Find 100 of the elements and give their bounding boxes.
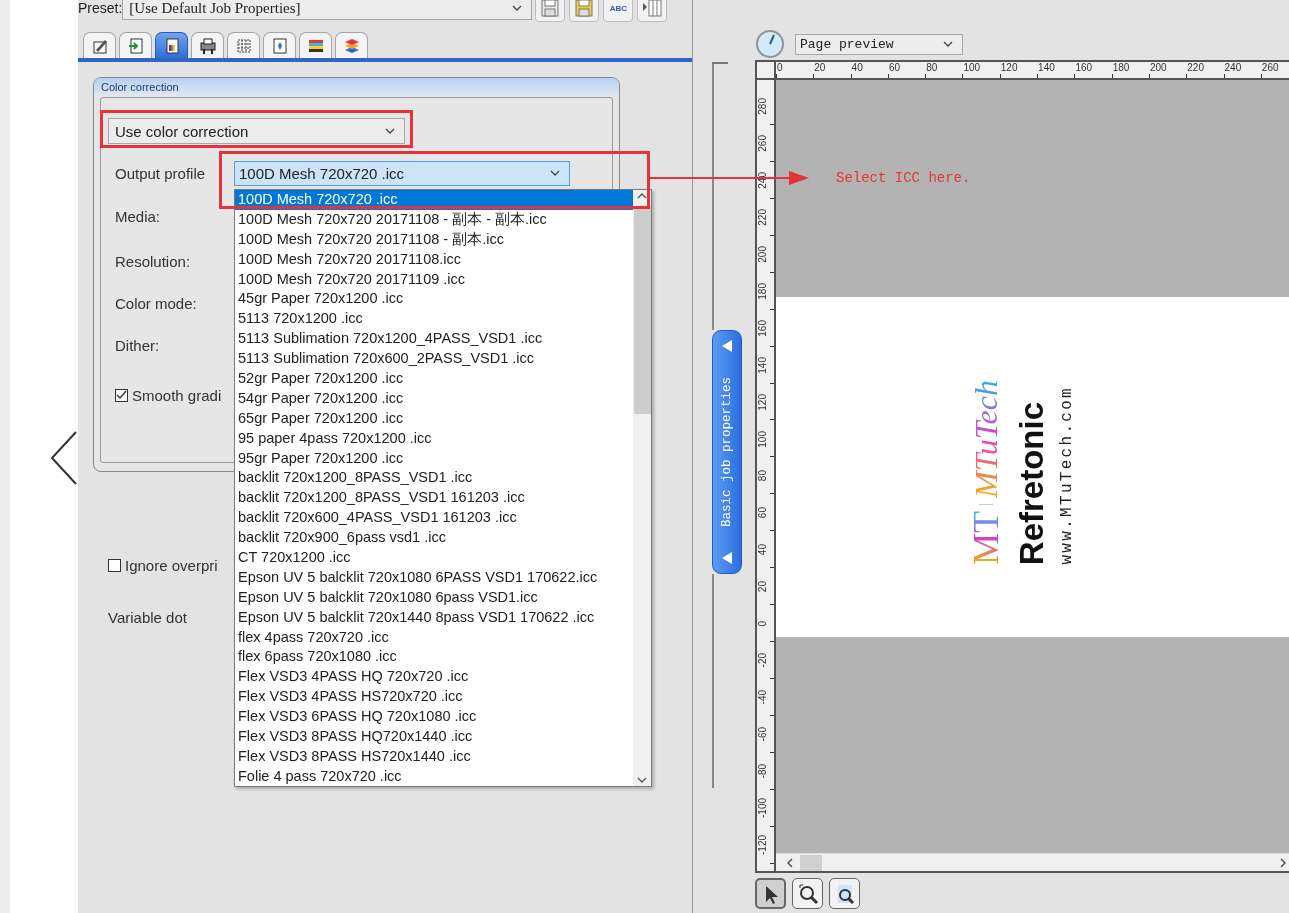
preview-mode-dropdown[interactable]: Page preview xyxy=(795,33,963,55)
list-option[interactable]: 5113 Sublimation 720x600_2PASS_VSD1 .icc xyxy=(235,349,633,369)
pointer-tool-button[interactable] xyxy=(755,878,786,909)
save-as-button[interactable] xyxy=(569,0,600,22)
scrollbar[interactable] xyxy=(633,190,651,786)
color-correction-dropdown[interactable]: Use color correction xyxy=(108,118,405,144)
settings-tab[interactable] xyxy=(155,32,188,58)
callout-text: Select ICC here. xyxy=(836,170,971,186)
settings-tab[interactable] xyxy=(83,32,116,58)
ruler-label: 20 xyxy=(813,62,827,73)
checkbox[interactable] xyxy=(108,558,121,572)
ruler-label: 160 xyxy=(1074,62,1094,73)
checkbox-label: Ignore overpri xyxy=(125,556,218,574)
list-option[interactable]: 5113 720x1200 .icc xyxy=(235,309,633,330)
ruler-label: 20 xyxy=(757,581,768,593)
field-label: Output profile xyxy=(115,164,207,182)
list-option[interactable]: 5113 Sublimation 720x1200_4PASS_VSD1 .icc xyxy=(235,329,633,350)
list-option[interactable]: 100D Mesh 720x720 20171108 - 副本 - 副本.icc xyxy=(235,209,633,230)
export-button[interactable] xyxy=(637,0,668,22)
preset-dropdown[interactable]: [Use Default Job Properties] xyxy=(122,0,533,20)
ruler-label: -80 xyxy=(757,764,768,779)
checkbox[interactable] xyxy=(115,388,128,402)
list-option[interactable]: CT 720x1200 .icc xyxy=(235,548,633,568)
chevron-right-icon[interactable] xyxy=(1279,857,1287,868)
ruler-label: 240 xyxy=(757,172,768,189)
ruler-label: 200 xyxy=(1148,62,1168,73)
list-option[interactable]: 95gr Paper 720x1200 .icc xyxy=(235,448,633,469)
output-profile-dropdown[interactable]: 100D Mesh 720x720 .icc xyxy=(234,160,570,186)
group-title: Color correction xyxy=(94,78,619,96)
ruler-label: 180 xyxy=(757,282,768,300)
ruler-label: 80 xyxy=(925,62,939,73)
ruler-label: 100 xyxy=(962,62,982,73)
list-option[interactable]: backlit 720x1200_8PASS_VSD1 .icc xyxy=(235,468,633,489)
list-option[interactable]: 45gr Paper 720x1200 .icc xyxy=(235,289,633,310)
chevron-left-icon[interactable] xyxy=(786,857,794,868)
list-option[interactable]: Flex VSD3 4PASS HQ 720x720 .icc xyxy=(235,667,633,688)
list-option[interactable]: 95 paper 4pass 720x1200 .icc xyxy=(235,428,633,449)
floppy-icon xyxy=(539,0,562,19)
logo-url-text: www.MTuTech.com xyxy=(1059,386,1076,565)
chevron-down-icon xyxy=(511,3,524,13)
ruler-label: 260 xyxy=(757,135,768,152)
field-label: Media: xyxy=(115,207,162,225)
ruler-label: 140 xyxy=(1037,62,1056,73)
list-option[interactable]: 65gr Paper 720x1200 .icc xyxy=(235,408,633,429)
ruler-label: -40 xyxy=(757,690,768,705)
ruler-label: 40 xyxy=(757,544,768,556)
document-icon xyxy=(270,36,289,55)
clock-icon[interactable] xyxy=(755,29,785,59)
list-option[interactable]: flex 6pass 720x1080 .icc xyxy=(235,647,633,668)
scrollbar-thumb[interactable] xyxy=(633,206,651,414)
settings-tab[interactable] xyxy=(191,32,224,58)
list-option[interactable]: 100D Mesh 720x720 20171108.icc xyxy=(235,249,633,270)
list-option[interactable]: 100D Mesh 720x720 20171109 .icc xyxy=(235,269,633,290)
ruler-label: 160 xyxy=(757,319,768,337)
floppy-icon xyxy=(573,0,596,19)
list-option[interactable]: Epson UV 5 balcklit 720x1440 8pass VSD1 170622 .icc xyxy=(235,607,633,628)
zoom-page-button[interactable] xyxy=(829,878,860,909)
ruler-label: 120 xyxy=(999,62,1019,73)
list-option[interactable]: Folie 4 pass 720x720 .icc xyxy=(235,766,633,786)
list-option[interactable]: Flex VSD3 8PASS HS720x1440 .icc xyxy=(235,746,633,767)
ruler-label: 280 xyxy=(757,98,768,115)
chevron-left-icon[interactable] xyxy=(50,430,78,486)
chevron-down-icon xyxy=(942,39,954,49)
scrollbar-thumb[interactable] xyxy=(800,854,822,871)
list-option[interactable]: 100D Mesh 720x720 20171108 - 副本.icc xyxy=(235,229,633,250)
horizontal-scrollbar[interactable] xyxy=(776,853,1289,871)
list-option[interactable]: 52gr Paper 720x1200 .icc xyxy=(235,369,633,389)
list-option[interactable]: backlit 720x1200_8PASS_VSD1 161203 .icc xyxy=(235,488,633,509)
list-option[interactable]: Epson UV 5 balcklit 720x1080 6PASS VSD1 170622.icc xyxy=(235,567,633,588)
ruler-label: 0 xyxy=(776,62,784,73)
list-option[interactable]: backlit 720x900_6pass vsd1 .icc xyxy=(235,528,633,549)
spell-check-button[interactable]: ABC xyxy=(603,0,634,22)
zoom-area-button[interactable] xyxy=(792,878,823,909)
triangle-left-icon xyxy=(720,339,734,353)
checkmark-icon xyxy=(116,390,127,400)
settings-tab[interactable] xyxy=(299,32,332,58)
field-label: Color mode: xyxy=(115,294,198,312)
field-label: Dither: xyxy=(115,336,161,354)
field-label: Resolution: xyxy=(115,252,192,270)
ruler-label: 60 xyxy=(887,62,901,73)
ruler-label: 200 xyxy=(757,245,768,263)
list-option[interactable]: Flex VSD3 6PASS HQ 720x1080 .icc xyxy=(235,707,633,728)
triangle-left-icon xyxy=(720,551,734,565)
list-option[interactable]: Flex VSD3 4PASS HS720x720 .icc xyxy=(235,687,633,708)
list-option[interactable]: backlit 720x600_4PASS_VSD1 161203 .icc xyxy=(235,508,633,529)
ruler-label: -60 xyxy=(757,727,768,742)
ruler-label: 0 xyxy=(757,620,768,627)
ruler-label: 220 xyxy=(1186,62,1205,73)
save-button[interactable] xyxy=(535,0,566,22)
ruler-label: 260 xyxy=(1260,62,1280,73)
chevron-down-icon xyxy=(549,168,561,178)
ruler-label: 180 xyxy=(1111,62,1131,73)
list-option[interactable]: flex 4pass 720x720 .icc xyxy=(235,627,633,648)
ruler-label: 240 xyxy=(1223,62,1243,73)
side-tab[interactable]: Basic job properties xyxy=(712,330,742,574)
chevron-down-icon xyxy=(384,126,396,136)
list-option[interactable]: Epson UV 5 balcklit 720x1080 6pass VSD1.icc xyxy=(235,587,633,608)
list-option[interactable]: Flex VSD3 8PASS HQ720x1440 .icc xyxy=(235,727,633,747)
list-option[interactable]: 54gr Paper 720x1200 .icc xyxy=(235,388,633,409)
ruler-label: -100 xyxy=(757,798,768,819)
